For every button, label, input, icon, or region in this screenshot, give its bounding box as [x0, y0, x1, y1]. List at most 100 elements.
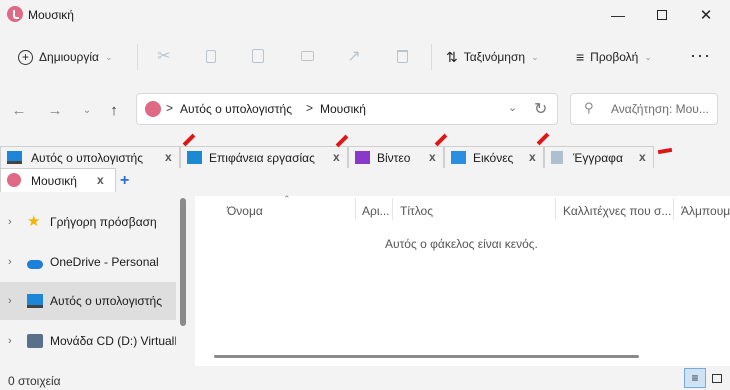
add-circle-icon: +: [18, 49, 33, 65]
sidebar-item-this-pc[interactable]: › Αυτός ο υπολογιστής: [0, 282, 176, 320]
file-list: [195, 196, 730, 366]
search-placeholder[interactable]: Αναζήτηση: Μου...: [611, 102, 709, 116]
column-header-name[interactable]: Όνομα: [227, 204, 263, 218]
view-icon: ≡: [576, 49, 585, 65]
forward-arrow-icon[interactable]: →: [44, 100, 66, 120]
tab-close-button[interactable]: x: [97, 173, 104, 187]
recent-locations-chevron-icon[interactable]: ⌄: [76, 100, 98, 120]
item-count: 0 στοιχεία: [8, 374, 61, 388]
view-label: Προβολή: [590, 50, 639, 64]
chevron-down-icon: ⌄: [644, 51, 652, 62]
sidebar-item-label: Μονάδα CD (D:) VirtualBox: [50, 334, 176, 348]
sidebar-scrollbar[interactable]: [180, 198, 186, 326]
column-divider[interactable]: [555, 198, 556, 220]
tab-this-pc[interactable]: Αυτός ο υπολογιστής x: [0, 146, 180, 168]
sidebar-item-quick-access[interactable]: › ★ Γρήγορη πρόσβαση: [0, 203, 176, 241]
empty-folder-message: Αυτός ο φάκελος είναι κενός.: [385, 237, 538, 251]
tiles-view-icon: [712, 373, 722, 383]
pictures-icon: [451, 151, 466, 164]
column-divider[interactable]: [392, 198, 393, 220]
copy-icon[interactable]: [202, 46, 220, 66]
address-dropdown-icon[interactable]: ⌄: [508, 101, 517, 114]
details-view-icon: ≡: [691, 371, 699, 385]
horizontal-scrollbar[interactable]: [214, 355, 639, 358]
sidebar-item-label: Αυτός ο υπολογιστής: [50, 294, 162, 308]
tab-label: Έγγραφα: [573, 151, 623, 165]
computer-icon: [27, 294, 43, 308]
sidebar-item-onedrive[interactable]: › OneDrive - Personal: [0, 243, 176, 281]
close-window-button[interactable]: ✕: [684, 0, 728, 30]
toolbar-divider: [431, 44, 432, 70]
window-title: Μουσική: [28, 8, 74, 22]
column-divider[interactable]: [355, 198, 356, 220]
tab-close-button[interactable]: x: [333, 150, 340, 164]
chevron-right-icon[interactable]: ›: [8, 256, 12, 268]
annotation-arrow: [536, 132, 550, 146]
column-header-artists[interactable]: Καλλιτέχνες που σ...: [563, 204, 671, 218]
video-icon: [355, 151, 370, 164]
chevron-down-icon: ⌄: [104, 51, 113, 62]
delete-icon[interactable]: [393, 46, 411, 66]
paste-icon[interactable]: [249, 46, 267, 66]
share-icon[interactable]: ↗: [345, 46, 363, 66]
maximize-button[interactable]: [640, 0, 684, 30]
chevron-right-icon[interactable]: ›: [8, 335, 12, 347]
tab-label: Αυτός ο υπολογιστής: [31, 151, 143, 165]
search-icon: ⚲: [584, 100, 594, 115]
tab-videos[interactable]: Βίντεο x: [348, 146, 444, 168]
computer-icon: [7, 151, 22, 164]
tab-desktop[interactable]: Επιφάνεια εργασίας x: [180, 146, 348, 168]
sort-button[interactable]: ⇅ Ταξινόμηση ⌄: [446, 44, 539, 70]
column-header-number[interactable]: Αρι...: [362, 204, 390, 218]
view-button[interactable]: ≡ Προβολή ⌄: [576, 44, 652, 70]
sort-label: Ταξινόμηση: [463, 50, 526, 64]
annotation-arrow: [434, 133, 448, 147]
maximize-icon: [657, 10, 667, 20]
cut-icon[interactable]: ✂: [155, 46, 173, 66]
new-label: Δημιουργία: [39, 50, 99, 64]
chevron-right-icon[interactable]: ›: [8, 216, 12, 228]
tab-close-button[interactable]: x: [429, 150, 436, 164]
tab-close-button[interactable]: x: [639, 150, 646, 164]
star-icon: ★: [27, 213, 41, 230]
sort-icon: ⇅: [446, 48, 458, 65]
refresh-icon[interactable]: ↻: [534, 99, 547, 119]
cloud-icon: [27, 260, 43, 269]
breadcrumb-item-music[interactable]: Μουσική: [320, 102, 366, 116]
tab-pictures[interactable]: Εικόνες x: [444, 146, 544, 168]
sidebar-item-cd-drive[interactable]: › Μονάδα CD (D:) VirtualBox: [0, 322, 176, 360]
music-folder-icon: [145, 101, 161, 117]
annotation-arrow: [182, 133, 196, 147]
sidebar-item-label: Γρήγορη πρόσβαση: [50, 215, 157, 229]
music-folder-icon: [7, 6, 23, 22]
column-divider[interactable]: [673, 198, 674, 220]
tiles-view-button[interactable]: [706, 368, 728, 388]
tab-music[interactable]: Μουσική x: [0, 168, 116, 192]
column-header-title[interactable]: Τίτλος: [400, 204, 433, 218]
minimize-icon: —: [611, 7, 625, 23]
toolbar-divider: [137, 44, 138, 70]
tab-documents[interactable]: Έγγραφα x: [544, 146, 654, 168]
up-arrow-icon[interactable]: ↑: [103, 100, 125, 120]
chevron-down-icon: ⌄: [531, 51, 539, 62]
breadcrumb-separator: >: [166, 101, 174, 115]
tab-close-button[interactable]: x: [165, 150, 172, 164]
desktop-icon: [187, 151, 202, 164]
tab-label: Εικόνες: [473, 151, 514, 165]
rename-icon[interactable]: [298, 46, 316, 66]
column-header-album[interactable]: Άλμπουμ: [681, 204, 730, 218]
tab-label: Μουσική: [31, 174, 77, 188]
minimize-button[interactable]: —: [596, 0, 640, 30]
back-arrow-icon[interactable]: ←: [8, 100, 30, 120]
tab-label: Βίντεο: [377, 151, 411, 165]
documents-icon: [551, 151, 563, 164]
chevron-right-icon[interactable]: ›: [8, 295, 12, 307]
tab-label: Επιφάνεια εργασίας: [209, 151, 315, 165]
tab-close-button[interactable]: x: [529, 150, 536, 164]
details-view-button[interactable]: ≡: [684, 368, 706, 388]
more-options-button[interactable]: ···: [690, 46, 711, 64]
new-button[interactable]: + Δημιουργία ⌄: [18, 44, 112, 70]
new-tab-button[interactable]: +: [120, 172, 129, 190]
breadcrumb-item-this-pc[interactable]: Αυτός ο υπολογιστής: [180, 102, 292, 116]
close-icon: ✕: [699, 7, 713, 24]
